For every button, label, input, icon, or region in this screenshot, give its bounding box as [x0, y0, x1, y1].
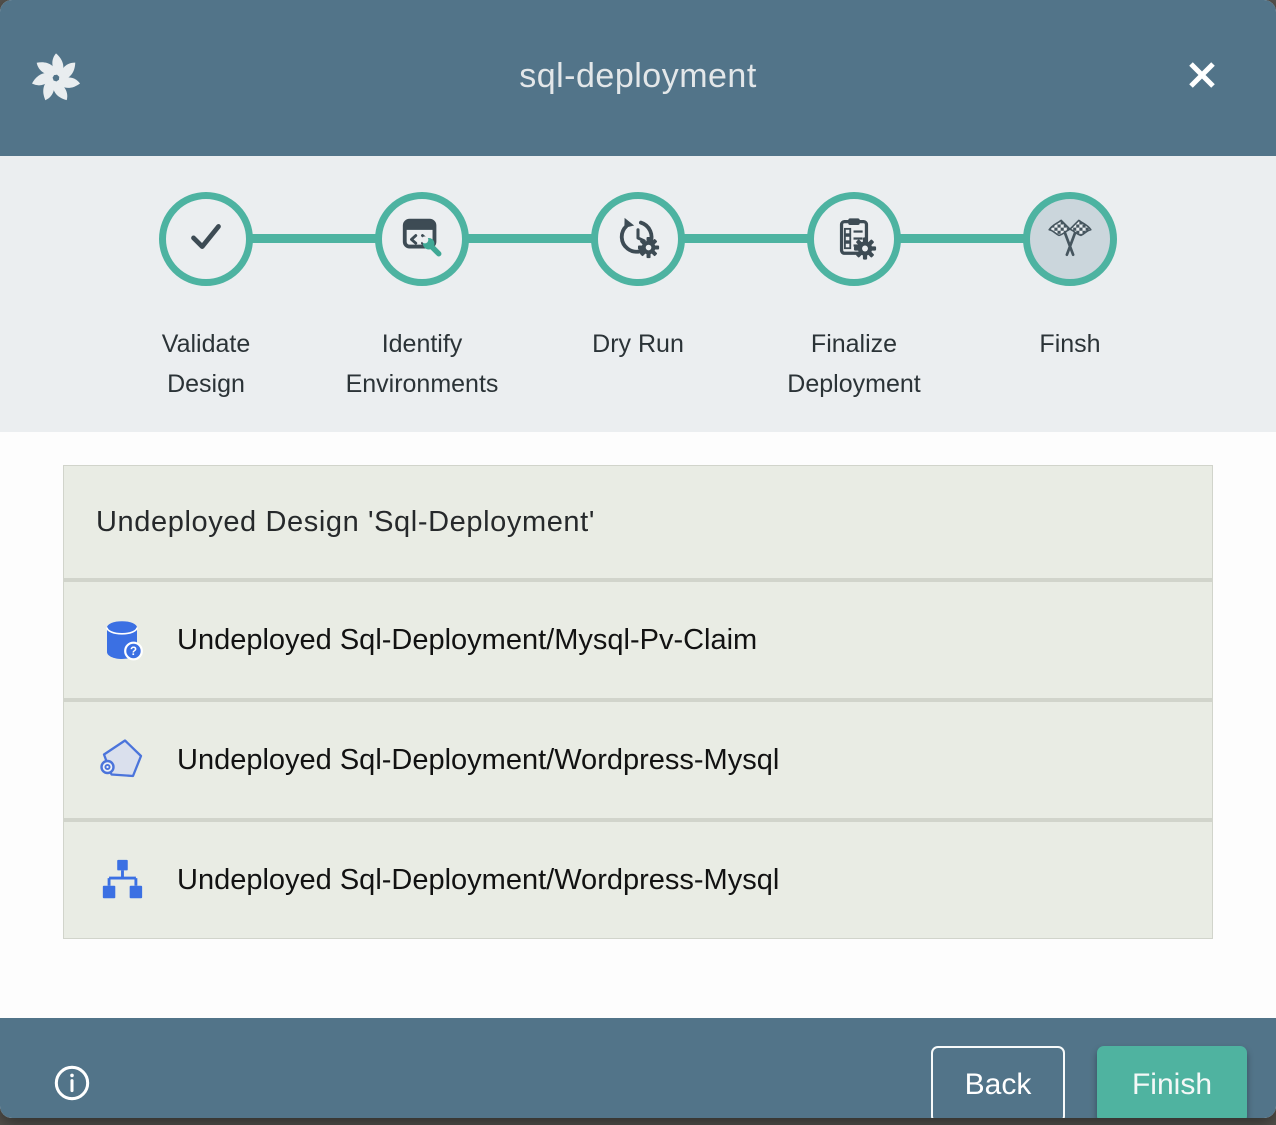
step-circle-finalize-deployment[interactable]: [807, 192, 901, 286]
list-header-text: Undeployed Design 'Sql-Deployment': [96, 506, 595, 539]
close-icon: [1180, 53, 1224, 100]
info-icon: [53, 1064, 91, 1105]
step-connector: [900, 234, 1024, 243]
step-circle-identify-environments[interactable]: [375, 192, 469, 286]
steps-row: Validate Design: [0, 156, 1276, 404]
list-item-text: Undeployed Sql-Deployment/Wordpress-Mysq…: [177, 744, 779, 777]
step-circle-finish[interactable]: [1023, 192, 1117, 286]
modal-title: sql-deployment: [519, 57, 757, 96]
list-item: Undeployed Sql-Deployment/Wordpress-Mysq…: [64, 698, 1212, 818]
clipboard-checklist-gear-icon: [831, 214, 877, 265]
dry-run-history-gear-icon: [615, 214, 661, 265]
finish-button[interactable]: Finish: [1097, 1046, 1247, 1118]
step-label: Finsh: [1039, 324, 1100, 364]
deployment-stepper: Validate Design: [0, 156, 1276, 432]
code-wrench-icon: [399, 214, 445, 265]
back-button[interactable]: Back: [931, 1046, 1065, 1118]
step-label: Identify Environments: [346, 324, 499, 404]
step-dry-run: Dry Run: [530, 192, 746, 404]
step-connector: [252, 234, 376, 243]
deployment-results-list: Undeployed Design 'Sql-Deployment' ? Und…: [63, 465, 1213, 939]
info-button[interactable]: [50, 1063, 94, 1107]
check-icon: [183, 214, 229, 265]
list-item: Undeployed Sql-Deployment/Wordpress-Mysq…: [64, 818, 1212, 938]
step-circle-dry-run[interactable]: [591, 192, 685, 286]
list-header-row: Undeployed Design 'Sql-Deployment': [64, 466, 1212, 578]
list-item-text: Undeployed Sql-Deployment/Mysql-Pv-Claim: [177, 624, 757, 657]
step-connector: [468, 234, 592, 243]
step-label: Validate Design: [162, 324, 251, 404]
modal-footer: Back Finish: [0, 1018, 1276, 1118]
step-validate-design: Validate Design: [98, 192, 314, 404]
list-item-text: Undeployed Sql-Deployment/Wordpress-Mysq…: [177, 864, 779, 897]
deployment-wizard-modal: sql-deployment Va: [0, 0, 1276, 1118]
list-item: ? Undeployed Sql-Deployment/Mysql-Pv-Cla…: [64, 578, 1212, 698]
close-button[interactable]: [1176, 50, 1228, 102]
step-label: Dry Run: [592, 324, 684, 364]
database-question-icon: ?: [98, 616, 146, 664]
step-identify-environments: Identify Environments: [314, 192, 530, 404]
modal-header: sql-deployment: [0, 0, 1276, 156]
step-circle-validate-design[interactable]: [159, 192, 253, 286]
svg-text:?: ?: [130, 646, 137, 658]
step-connector: [684, 234, 808, 243]
finish-flags-icon: [1045, 212, 1095, 267]
meshery-logo-icon: [28, 50, 84, 106]
pod-pentagon-icon: [98, 736, 146, 784]
results-content: Undeployed Design 'Sql-Deployment' ? Und…: [0, 465, 1276, 1018]
step-label: Finalize Deployment: [787, 324, 920, 404]
hierarchy-icon: [98, 856, 146, 904]
step-finalize-deployment: Finalize Deployment: [746, 192, 962, 404]
step-finish: Finsh: [962, 192, 1178, 404]
